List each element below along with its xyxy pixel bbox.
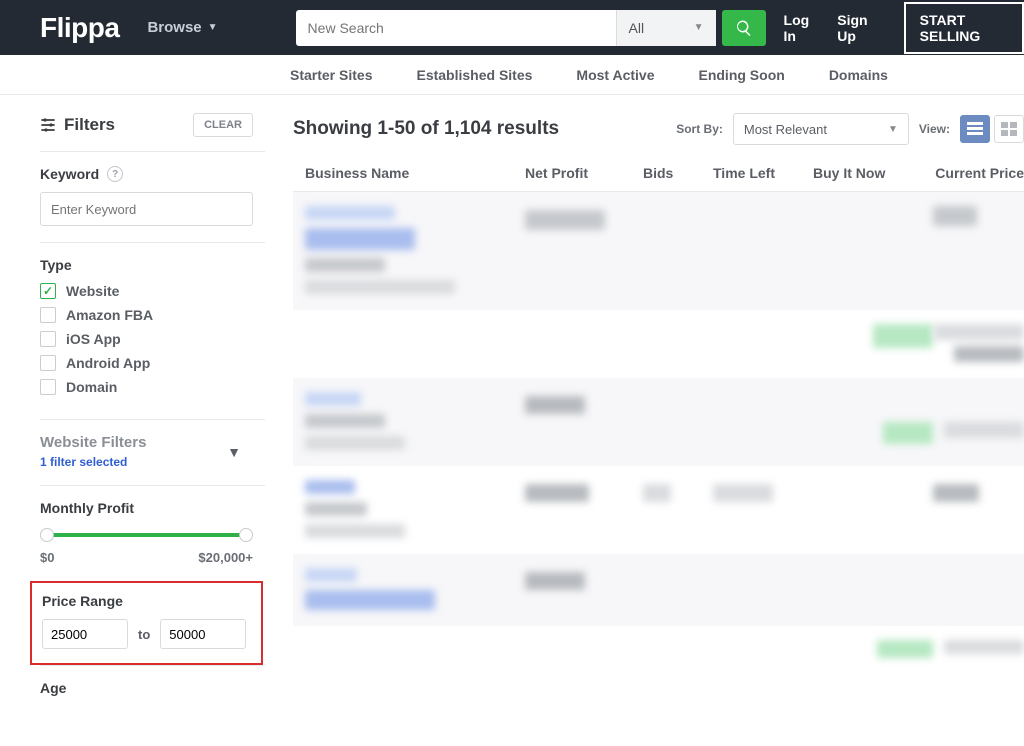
search-bar: All ▼	[296, 10, 766, 46]
table-row[interactable]	[293, 554, 1024, 626]
browse-menu[interactable]: Browse ▼	[147, 19, 217, 36]
tab-most-active[interactable]: Most Active	[576, 67, 654, 83]
view-buttons	[960, 115, 1024, 143]
monthly-profit-slider[interactable]	[40, 526, 253, 544]
filters-icon	[40, 117, 56, 133]
filters-sidebar: Filters CLEAR Keyword ? Type Website Ama…	[0, 95, 265, 746]
list-icon	[967, 122, 983, 136]
checkbox-android-app[interactable]: Android App	[40, 355, 253, 371]
chevron-down-icon: ▼	[694, 22, 704, 33]
results-count: Showing 1-50 of 1,104 results	[293, 118, 559, 140]
chevron-down-icon: ▼	[888, 124, 898, 135]
slider-min-label: $0	[40, 550, 54, 565]
website-filters-count: 1 filter selected	[40, 455, 146, 469]
tab-starter-sites[interactable]: Starter Sites	[290, 67, 372, 83]
search-button[interactable]	[722, 10, 766, 46]
clear-filters-button[interactable]: CLEAR	[193, 113, 253, 137]
col-business-name[interactable]: Business Name	[293, 165, 525, 181]
slider-handle-max[interactable]	[239, 528, 253, 542]
table-row[interactable]	[293, 310, 1024, 378]
search-input[interactable]	[296, 10, 616, 46]
table-row[interactable]	[293, 192, 1024, 310]
top-right-links: Log In Sign Up START SELLING	[784, 2, 1024, 54]
price-max-input[interactable]	[160, 619, 246, 649]
sort-by-label: Sort By:	[676, 122, 723, 136]
start-selling-button[interactable]: START SELLING	[904, 2, 1024, 54]
view-label: View:	[919, 122, 950, 136]
sort-and-view: Sort By: Most Relevant ▼ View:	[676, 113, 1024, 145]
filter-section-website-filters: Website Filters 1 filter selected ▼	[40, 419, 265, 485]
tab-established-sites[interactable]: Established Sites	[416, 67, 532, 83]
results-table-header: Business Name Net Profit Bids Time Left …	[293, 165, 1024, 192]
price-range-inputs: to	[42, 619, 251, 649]
checkbox-icon	[40, 379, 56, 395]
filter-section-type: Type Website Amazon FBA iOS App Android …	[40, 242, 265, 419]
keyword-label: Keyword ?	[40, 166, 253, 182]
login-link[interactable]: Log In	[784, 12, 818, 44]
filters-title: Filters	[40, 115, 115, 135]
sort-select[interactable]: Most Relevant ▼	[733, 113, 909, 145]
slider-max-label: $20,000+	[198, 550, 253, 565]
checkbox-ios-app[interactable]: iOS App	[40, 331, 253, 347]
checkbox-icon	[40, 307, 56, 323]
price-min-input[interactable]	[42, 619, 128, 649]
grid-icon	[1001, 122, 1017, 136]
website-filters-title: Website Filters	[40, 434, 146, 451]
tab-domains[interactable]: Domains	[829, 67, 888, 83]
checkbox-amazon-fba[interactable]: Amazon FBA	[40, 307, 253, 323]
filter-section-age: Age	[40, 665, 265, 746]
view-grid-button[interactable]	[994, 115, 1024, 143]
filter-section-monthly-profit: Monthly Profit $0 $20,000+	[40, 485, 265, 581]
checkbox-icon	[40, 355, 56, 371]
col-time-left[interactable]: Time Left	[713, 165, 813, 181]
browse-label: Browse	[147, 19, 201, 36]
slider-labels: $0 $20,000+	[40, 550, 253, 565]
col-net-profit[interactable]: Net Profit	[525, 165, 643, 181]
price-range-to: to	[138, 627, 150, 642]
checkbox-icon	[40, 331, 56, 347]
search-category-select[interactable]: All ▼	[616, 10, 716, 46]
search-icon	[735, 19, 753, 37]
view-list-button[interactable]	[960, 115, 990, 143]
table-row[interactable]	[293, 466, 1024, 554]
tab-ending-soon[interactable]: Ending Soon	[698, 67, 784, 83]
filter-section-price-range: Price Range to	[30, 581, 263, 665]
top-bar: Flippa Browse ▼ All ▼ Log In Sign Up STA…	[0, 0, 1024, 55]
logo[interactable]: Flippa	[40, 12, 119, 44]
signup-link[interactable]: Sign Up	[837, 12, 879, 44]
chevron-down-icon: ▼	[227, 444, 241, 460]
keyword-input[interactable]	[40, 192, 253, 226]
age-label: Age	[40, 680, 253, 696]
col-bids[interactable]: Bids	[643, 165, 713, 181]
checkbox-icon	[40, 283, 56, 299]
filters-header: Filters CLEAR	[40, 113, 265, 137]
type-label: Type	[40, 257, 253, 273]
results-rows	[293, 192, 1024, 662]
monthly-profit-label: Monthly Profit	[40, 500, 253, 516]
slider-handle-min[interactable]	[40, 528, 54, 542]
results-content: Showing 1-50 of 1,104 results Sort By: M…	[265, 95, 1024, 746]
search-category-value: All	[629, 20, 645, 36]
website-filters-toggle[interactable]: Website Filters 1 filter selected ▼	[40, 434, 253, 469]
help-icon[interactable]: ?	[107, 166, 123, 182]
checkbox-domain[interactable]: Domain	[40, 379, 253, 395]
filter-section-keyword: Keyword ?	[40, 151, 265, 242]
col-current-price[interactable]: Current Price	[933, 165, 1024, 181]
chevron-down-icon: ▼	[208, 22, 218, 33]
price-range-label: Price Range	[42, 593, 251, 609]
checkbox-website[interactable]: Website	[40, 283, 253, 299]
slider-track	[46, 533, 247, 537]
sort-value: Most Relevant	[744, 122, 827, 137]
main-area: Filters CLEAR Keyword ? Type Website Ama…	[0, 95, 1024, 746]
col-buy-it-now[interactable]: Buy It Now	[813, 165, 933, 181]
table-row[interactable]	[293, 626, 1024, 662]
table-row[interactable]	[293, 378, 1024, 466]
results-header: Showing 1-50 of 1,104 results Sort By: M…	[293, 113, 1024, 145]
category-nav: Starter Sites Established Sites Most Act…	[0, 55, 1024, 95]
